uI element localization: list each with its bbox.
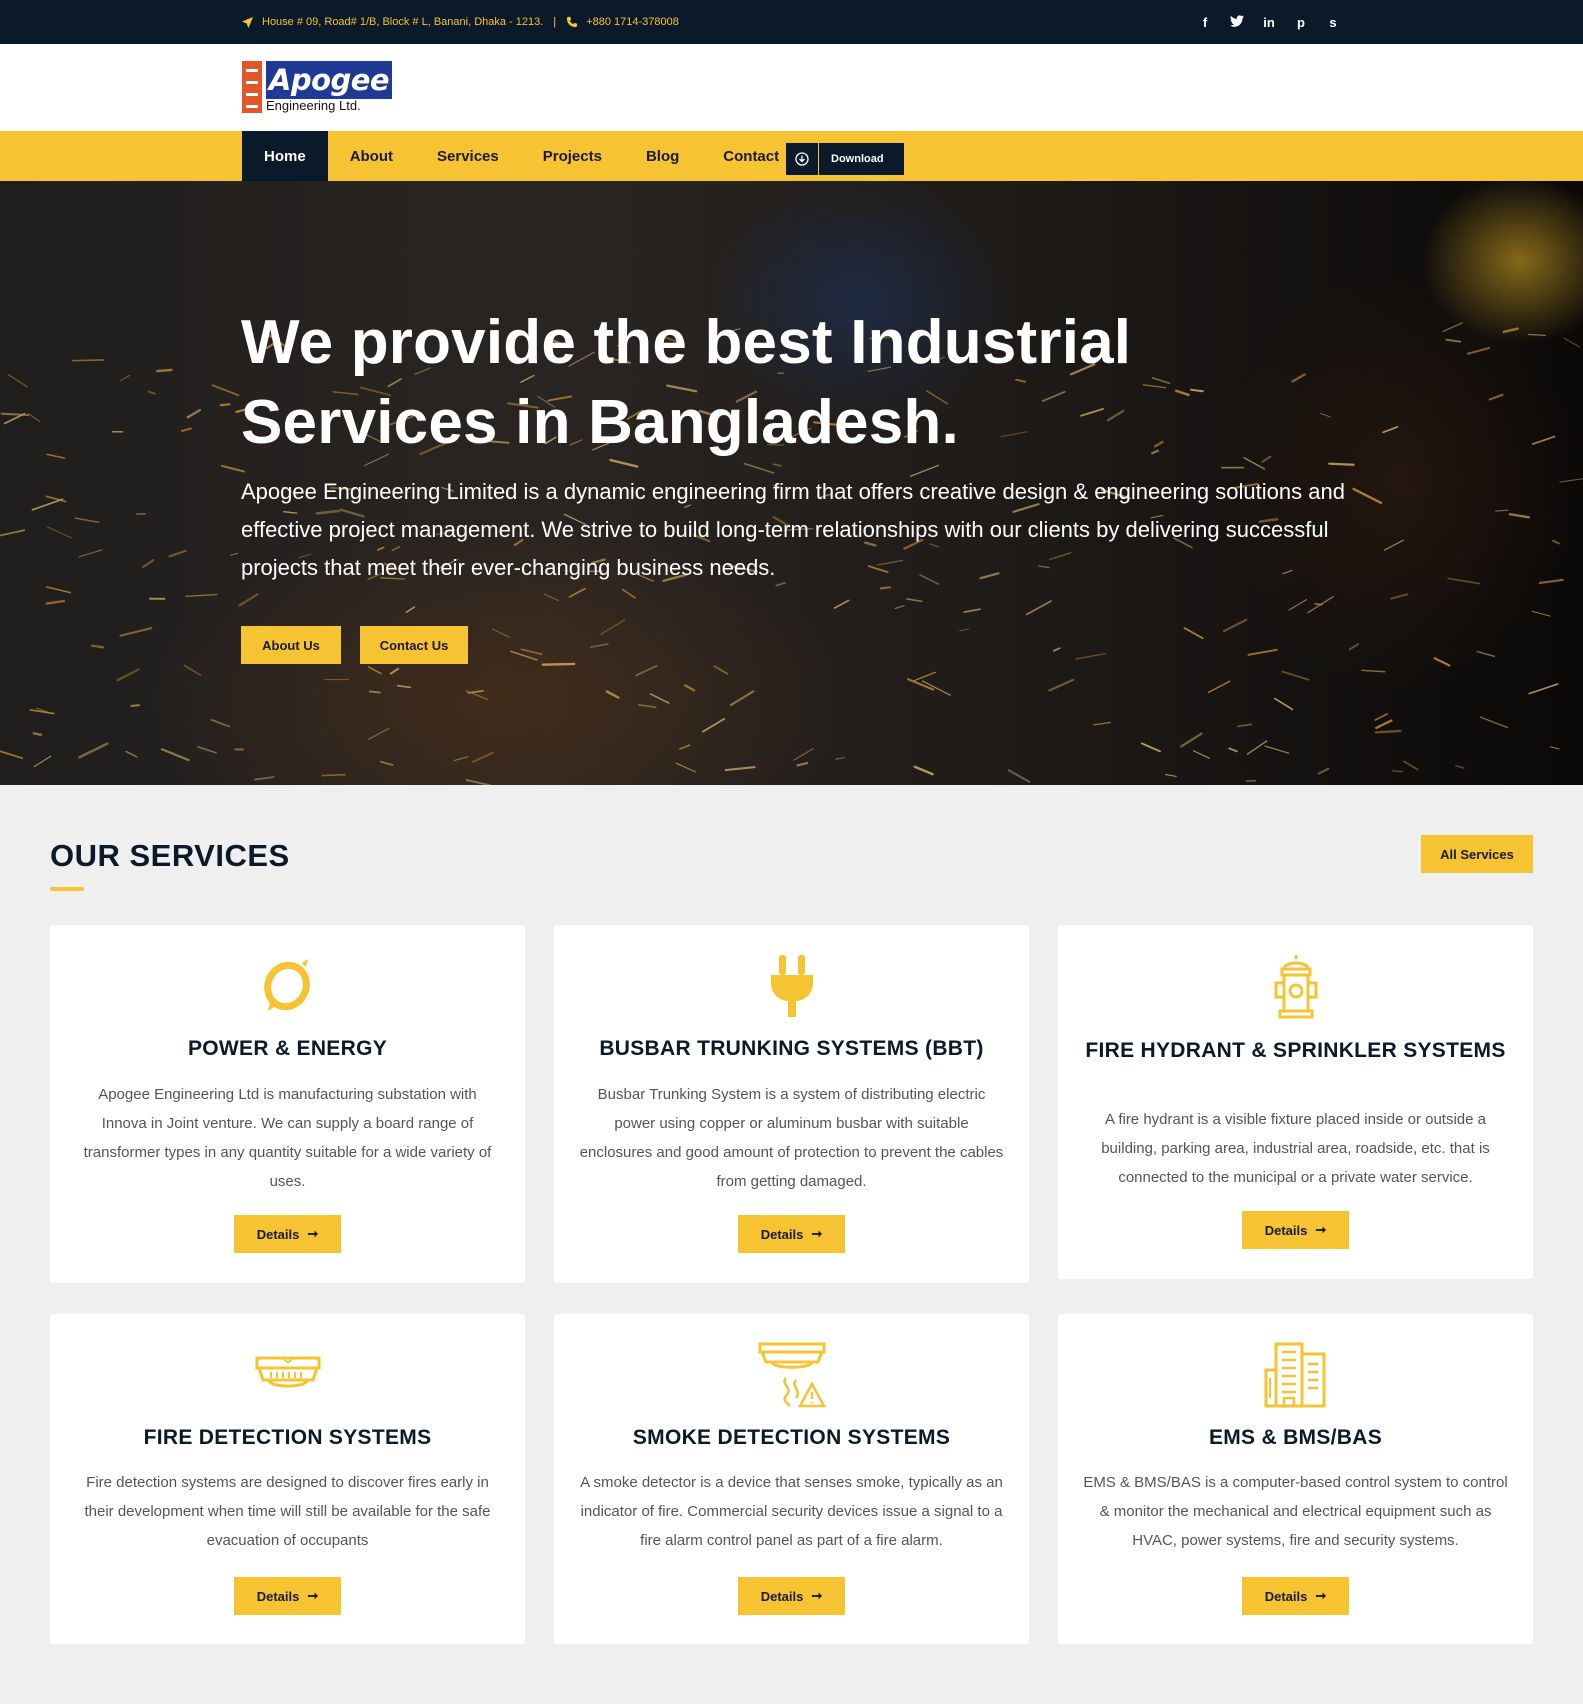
details-button[interactable]: Details ➞ xyxy=(738,1577,845,1615)
all-services-button[interactable]: All Services xyxy=(1421,835,1533,873)
arrow-right-icon: ➞ xyxy=(307,1226,319,1241)
smoke-detector-icon xyxy=(554,1342,1029,1408)
contact-us-button[interactable]: Contact Us xyxy=(360,626,468,664)
card-title: FIRE DETECTION SYSTEMS xyxy=(143,1426,432,1449)
skype-icon[interactable]: s xyxy=(1326,15,1340,30)
card-title: EMS & BMS/BAS xyxy=(1208,1426,1383,1449)
nav-item-projects[interactable]: Projects xyxy=(521,131,624,181)
linkedin-icon[interactable]: in xyxy=(1262,15,1276,30)
card-text: Busbar Trunking System is a system of di… xyxy=(579,1086,1004,1190)
details-button[interactable]: Details ➞ xyxy=(234,1577,341,1615)
service-card-fire-detection: FIRE DETECTION SYSTEMS Fire detection sy… xyxy=(50,1314,525,1644)
service-card-busbar: BUSBAR TRUNKING SYSTEMS (BBT) Busbar Tru… xyxy=(554,925,1029,1283)
card-title: FIRE HYDRANT & SPRINKLER SYSTEMS xyxy=(1085,1039,1506,1062)
download-button[interactable]: Download xyxy=(786,143,904,175)
nav-items: Home About Services Projects Blog Contac… xyxy=(242,131,801,181)
hero-banner: We provide the best Industrial Services … xyxy=(0,181,1583,785)
details-button[interactable]: Details ➞ xyxy=(1242,1577,1349,1615)
location-arrow-icon xyxy=(241,16,254,28)
nav-item-home[interactable]: Home xyxy=(242,131,328,181)
fire-detector-icon xyxy=(50,1356,525,1392)
service-card-smoke-detection: SMOKE DETECTION SYSTEMS A smoke detector… xyxy=(554,1314,1029,1644)
download-icon xyxy=(786,143,819,175)
arrow-right-icon: ➞ xyxy=(1315,1222,1327,1237)
top-bar: House # 09, Road# 1/B, Block # L, Banani… xyxy=(0,0,1583,44)
fire-hydrant-icon xyxy=(1058,953,1533,1019)
logo-name: Apogee xyxy=(266,61,392,99)
main-nav: Home About Services Projects Blog Contac… xyxy=(0,131,1583,181)
details-button[interactable]: Details ➞ xyxy=(234,1215,341,1253)
hero-description: Apogee Engineering Limited is a dynamic … xyxy=(241,479,1345,580)
card-title: BUSBAR TRUNKING SYSTEMS (BBT) xyxy=(599,1037,984,1060)
services-title: OUR SERVICES xyxy=(50,838,290,873)
nav-item-about[interactable]: About xyxy=(328,131,415,181)
details-button[interactable]: Details ➞ xyxy=(1242,1211,1349,1249)
contact-separator: | xyxy=(553,16,557,28)
service-card-power-energy: POWER & ENERGY Apogee Engineering Ltd is… xyxy=(50,925,525,1283)
arrow-right-icon: ➞ xyxy=(811,1588,823,1603)
nav-item-blog[interactable]: Blog xyxy=(624,131,701,181)
twitter-icon[interactable] xyxy=(1230,14,1244,30)
social-links: f in p s xyxy=(1198,0,1340,44)
address-text: House # 09, Road# 1/B, Block # L, Banani… xyxy=(262,16,544,28)
logo[interactable]: Apogee Engineering Ltd. xyxy=(242,59,392,115)
contact-info: House # 09, Road# 1/B, Block # L, Banani… xyxy=(241,0,679,44)
details-button[interactable]: Details ➞ xyxy=(738,1215,845,1253)
arrow-right-icon: ➞ xyxy=(1315,1588,1327,1603)
about-us-button[interactable]: About Us xyxy=(241,626,341,664)
card-text: A smoke detector is a device that senses… xyxy=(580,1474,1003,1549)
card-text: Fire detection systems are designed to d… xyxy=(84,1474,491,1549)
plug-icon xyxy=(554,955,1029,1017)
logo-subtitle: Engineering Ltd. xyxy=(266,98,361,113)
nav-item-services[interactable]: Services xyxy=(415,131,521,181)
service-card-ems-bms: EMS & BMS/BAS EMS & BMS/BAS is a compute… xyxy=(1058,1314,1533,1644)
arrow-right-icon: ➞ xyxy=(811,1226,823,1241)
logo-mark xyxy=(242,61,262,113)
service-card-fire-hydrant: FIRE HYDRANT & SPRINKLER SYSTEMS A fire … xyxy=(1058,925,1533,1279)
card-text: EMS & BMS/BAS is a computer-based contro… xyxy=(1083,1474,1508,1549)
card-text: Apogee Engineering Ltd is manufacturing … xyxy=(83,1086,492,1190)
card-title: SMOKE DETECTION SYSTEMS xyxy=(632,1426,951,1449)
power-energy-icon xyxy=(50,957,525,1013)
header: Apogee Engineering Ltd. xyxy=(0,44,1583,131)
building-icon xyxy=(1058,1342,1533,1408)
card-title: POWER & ENERGY xyxy=(187,1037,388,1060)
hero-title: We provide the best Industrial Services … xyxy=(241,308,1132,457)
download-label: Download xyxy=(831,153,884,165)
title-underline xyxy=(50,887,84,891)
phone-icon xyxy=(567,16,578,28)
phone-text[interactable]: +880 1714-378008 xyxy=(586,16,679,28)
arrow-right-icon: ➞ xyxy=(307,1588,319,1603)
pinterest-icon[interactable]: p xyxy=(1294,15,1308,30)
facebook-icon[interactable]: f xyxy=(1198,15,1212,30)
card-text: A fire hydrant is a visible fixture plac… xyxy=(1101,1111,1490,1186)
